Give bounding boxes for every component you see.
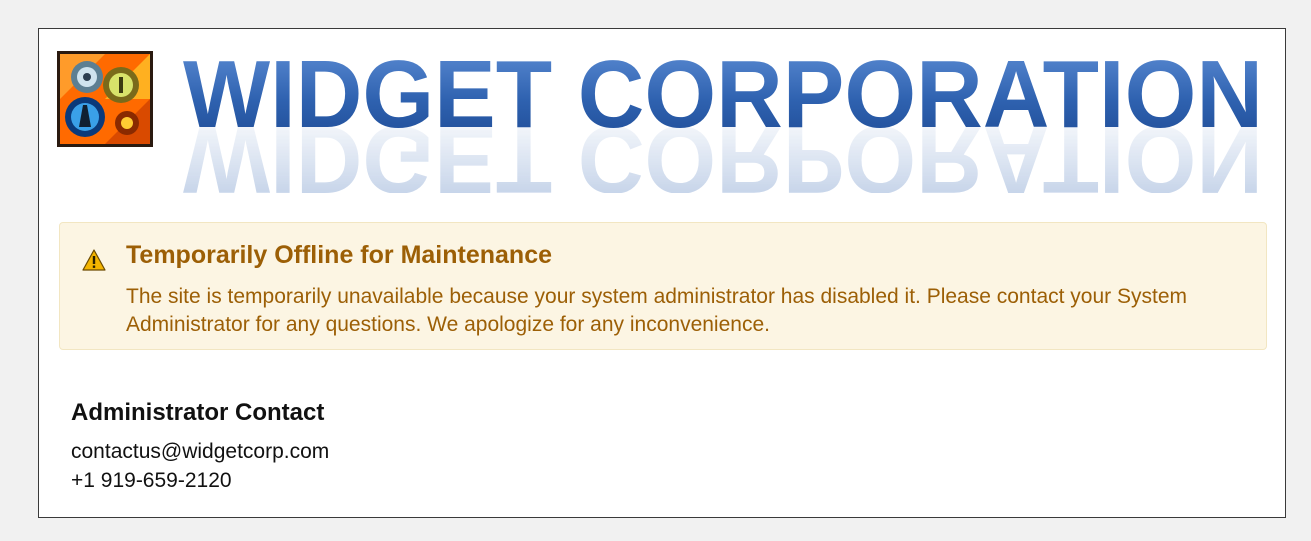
contact-phone: +1 919-659-2120 — [71, 469, 232, 492]
warning-triangle-icon — [82, 249, 106, 271]
maintenance-alert: Temporarily Offline for Maintenance The … — [59, 222, 1267, 350]
brand-name-reflection: WIDGET CORPORATION — [183, 106, 1263, 193]
contact-heading: Administrator Contact — [71, 399, 325, 426]
gears-logo-icon — [57, 51, 153, 147]
contact-email: contactus@widgetcorp.com — [71, 440, 330, 463]
maintenance-panel: WIDGET CORPORATION WIDGET CORPORATION Te… — [38, 28, 1286, 518]
alert-title: Temporarily Offline for Maintenance — [126, 241, 553, 269]
brand-header: WIDGET CORPORATION WIDGET CORPORATION — [57, 43, 1267, 193]
alert-message: The site is temporarily unavailable beca… — [126, 285, 1187, 336]
brand-wordmark: WIDGET CORPORATION WIDGET CORPORATION — [183, 43, 1263, 193]
